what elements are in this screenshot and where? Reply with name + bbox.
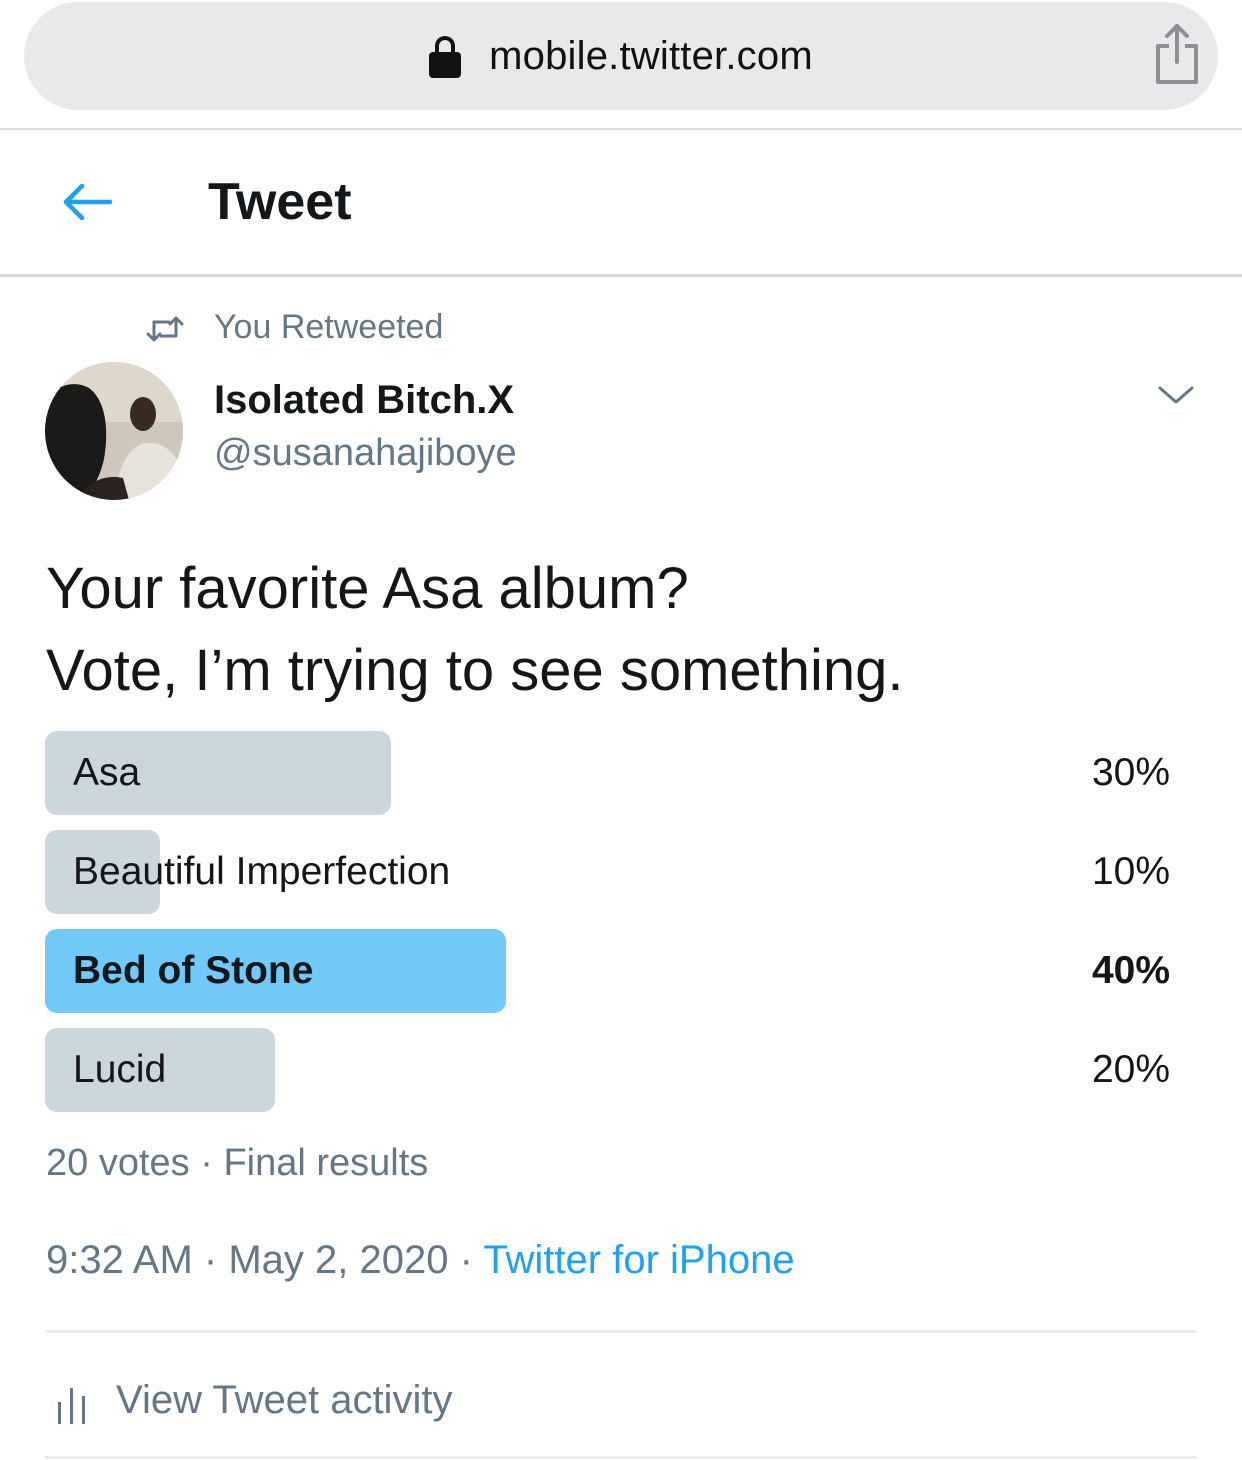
url-text: mobile.twitter.com (489, 33, 813, 78)
tweet-source-link[interactable]: Twitter for iPhone (483, 1238, 794, 1282)
view-tweet-activity-link[interactable]: View Tweet activity (116, 1378, 452, 1423)
author-handle[interactable]: @susanahajiboye (214, 432, 517, 475)
separator-dot: · (459, 1238, 484, 1282)
poll-summary: 20 votes · Final results (46, 1142, 428, 1185)
poll-option-label: Lucid (73, 1048, 167, 1091)
url-bar[interactable]: mobile.twitter.com (24, 2, 1218, 110)
separator-dot: · (203, 1238, 229, 1282)
share-icon[interactable] (1150, 22, 1204, 86)
author-name[interactable]: Isolated Bitch.X (214, 378, 514, 423)
avatar[interactable] (45, 362, 183, 500)
poll-votes: 20 votes (46, 1142, 190, 1184)
poll-option-bed-of-stone: Bed of Stone 40% (45, 929, 1170, 1013)
poll-option-percent: 30% (1091, 751, 1170, 794)
page-title: Tweet (208, 173, 352, 231)
tweet-date: May 2, 2020 (228, 1238, 449, 1282)
bar-chart-icon (58, 1388, 85, 1424)
poll-option-percent: 40% (1091, 949, 1170, 992)
retweet-label: You Retweeted (214, 308, 444, 346)
tweet-page: mobile.twitter.com Tweet You Retweeted I… (0, 0, 1242, 1460)
poll-option-percent: 10% (1091, 850, 1170, 893)
tweet-text-line: Vote, I’m trying to see something. (46, 638, 904, 703)
poll-option-label: Bed of Stone (73, 949, 314, 992)
poll-option-label: Asa (73, 751, 141, 794)
header-divider (0, 274, 1242, 277)
retweet-icon (146, 316, 184, 342)
tweet-text: Your favorite Asa album? Vote, I’m tryin… (46, 548, 904, 712)
tweet-text-line: Your favorite Asa album? (46, 556, 689, 621)
tweet-timestamp: 9:32 AM · May 2, 2020 · Twitter for iPho… (46, 1238, 795, 1283)
back-arrow-icon[interactable] (60, 180, 114, 224)
separator-dot: · (200, 1142, 224, 1184)
poll-status: Final results (223, 1142, 429, 1184)
poll-option-label: Beautiful Imperfection (73, 850, 451, 893)
poll-option-asa: Asa 30% (45, 731, 1170, 815)
divider (45, 1330, 1197, 1333)
tweet-time: 9:32 AM (46, 1238, 193, 1282)
divider (45, 1456, 1197, 1459)
poll-option-percent: 20% (1091, 1048, 1170, 1091)
lock-icon (429, 36, 462, 78)
chevron-down-icon[interactable] (1156, 380, 1196, 410)
poll-option-lucid: Lucid 20% (45, 1028, 1170, 1112)
poll-option-beautiful-imperfection: Beautiful Imperfection 10% (45, 830, 1170, 914)
browser-divider (0, 128, 1242, 130)
